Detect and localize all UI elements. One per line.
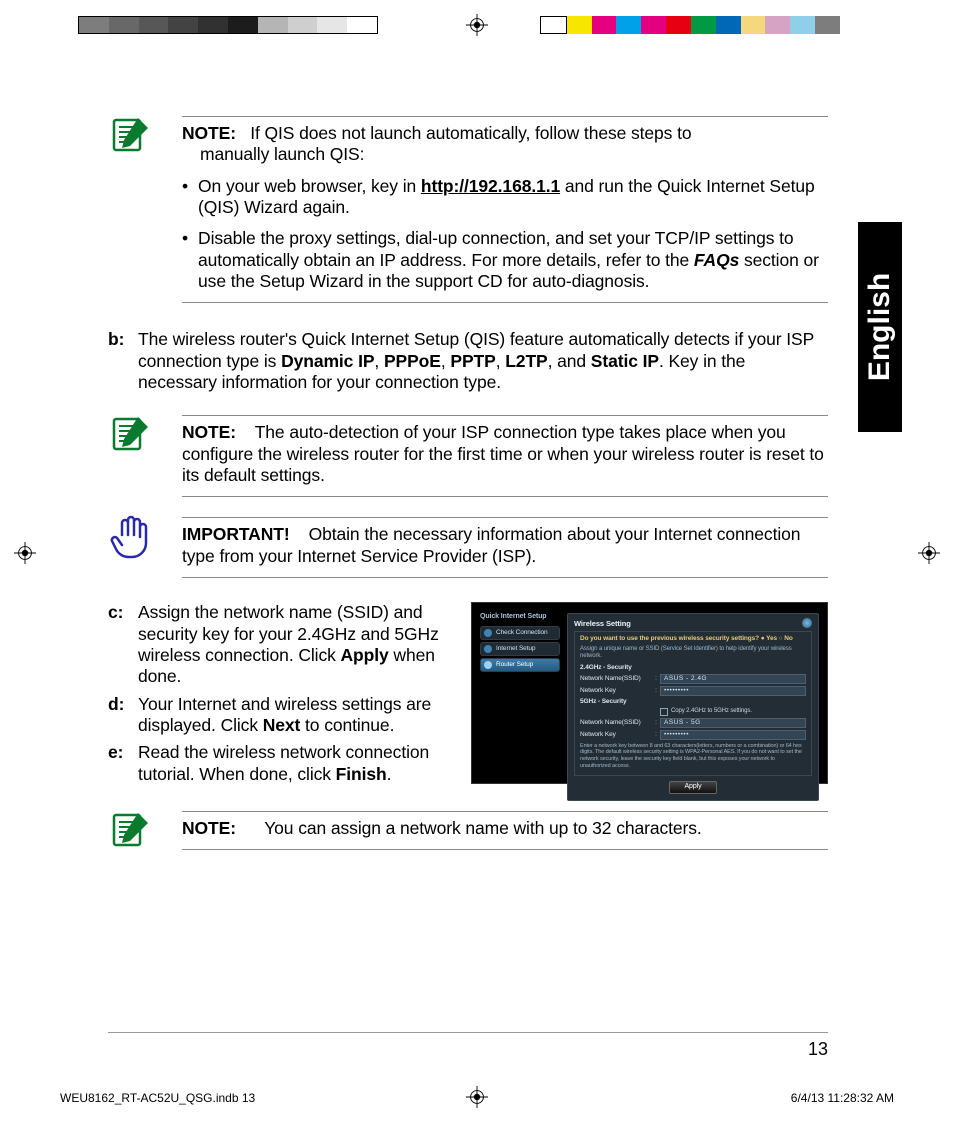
note-label: NOTE:: [182, 818, 236, 838]
qis-step-internet: Internet Setup: [480, 642, 560, 656]
step-c: c: Assign the network name (SSID) and se…: [108, 602, 453, 687]
key-24-input: •••••••••: [660, 686, 806, 696]
qis-step-check: Check Connection: [480, 626, 560, 640]
content-area: NOTE: If QIS does not launch automatical…: [108, 112, 828, 866]
hand-stop-icon: [108, 513, 166, 584]
language-label: English: [863, 273, 897, 381]
registration-mark-icon: [466, 14, 488, 36]
qis-header: Quick Internet Setup: [480, 613, 560, 622]
registration-mark-icon: [918, 542, 940, 564]
step-d: d: Your Internet and wireless settings a…: [108, 694, 453, 737]
steps-and-screenshot: c: Assign the network name (SSID) and se…: [108, 602, 828, 785]
help-icon: [802, 618, 812, 628]
page-number-area: 13: [108, 1032, 828, 1060]
wireless-setting-title: Wireless Setting: [574, 619, 631, 628]
language-tab: English: [858, 222, 902, 432]
note2-text: The auto-detection of your ISP connectio…: [182, 422, 824, 485]
qis-step-router: Router Setup: [480, 658, 560, 672]
step-b-label: b:: [108, 329, 130, 393]
ssid-5-input: ASUS - 5G: [660, 718, 806, 728]
important-block: IMPORTANT! Obtain the necessary informat…: [108, 513, 828, 584]
apply-button: Apply: [669, 781, 717, 794]
step-b: b: The wireless router's Quick Internet …: [108, 329, 828, 393]
page-number: 13: [808, 1039, 828, 1059]
step-e: e: Read the wireless network connection …: [108, 742, 453, 785]
important-label: IMPORTANT!: [182, 524, 290, 544]
note1-text-a: If QIS does not launch automatically, fo…: [250, 123, 691, 143]
note-label: NOTE:: [182, 422, 236, 442]
note-icon: [108, 112, 166, 309]
registration-mark-icon: [14, 542, 36, 564]
note1-bullet-1: • On your web browser, key in http://192…: [182, 176, 828, 219]
note-block-3: NOTE: You can assign a network name with…: [108, 807, 828, 856]
note1-text-b: manually launch QIS:: [200, 144, 364, 164]
page: English NOTE: If QIS does not laun: [0, 0, 954, 1123]
note-label: NOTE:: [182, 123, 236, 143]
key-5-input: •••••••••: [660, 730, 806, 740]
note3-text: You can assign a network name with up to…: [260, 818, 702, 838]
note-block-2: NOTE: The auto-detection of your ISP con…: [108, 411, 828, 503]
security-question: Do you want to use the previous wireless…: [580, 635, 806, 643]
router-url: http://192.168.1.1: [421, 176, 560, 196]
color-bar: [540, 16, 840, 34]
grayscale-bar: [78, 16, 378, 34]
note1-bullet-2: • Disable the proxy settings, dial-up co…: [182, 228, 828, 292]
ssid-24-input: ASUS - 2.4G: [660, 674, 806, 684]
footer-filename: WEU8162_RT-AC52U_QSG.indb 13: [60, 1091, 255, 1105]
footer-timestamp: 6/4/13 11:28:32 AM: [791, 1091, 894, 1105]
note-icon: [108, 411, 166, 503]
registration-mark-icon: [466, 1086, 488, 1108]
key-note: Enter a network key between 8 and 63 cha…: [580, 743, 806, 771]
router-screenshot: Quick Internet Setup Check Connection In…: [471, 602, 828, 784]
note-icon: [108, 807, 166, 856]
note-block-1: NOTE: If QIS does not launch automatical…: [108, 112, 828, 309]
ssid-desc: Assign a unique name or SSID (Service Se…: [580, 646, 806, 661]
